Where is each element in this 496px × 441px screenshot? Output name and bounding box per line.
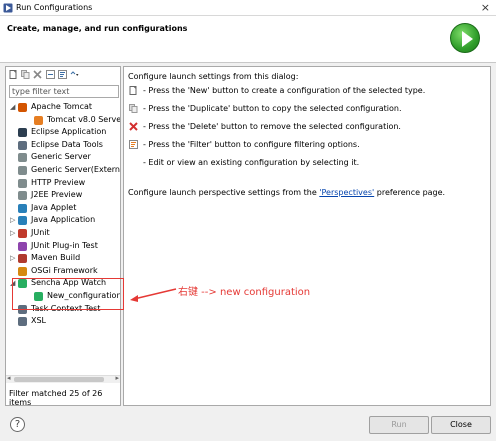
- tree-item-label: JUnit: [31, 228, 50, 237]
- tree-item[interactable]: Eclipse Application: [6, 126, 120, 138]
- perspectives-pre-text: Configure launch perspective settings fr…: [128, 188, 320, 197]
- window-titlebar: Run Configurations ×: [0, 0, 496, 16]
- launch-type-icon: [34, 115, 43, 125]
- tree-item-label: J2EE Preview: [31, 190, 83, 200]
- perspectives-line: Configure launch perspective settings fr…: [128, 188, 445, 197]
- tree-item-label: JUnit Plug-in Test: [31, 240, 98, 250]
- launch-type-icon: [18, 254, 27, 264]
- configuration-tree: ◢ Apache Tomcat Tomcat v8.0 Serve Eclipse A…: [6, 101, 120, 373]
- delete-icon: [129, 122, 138, 131]
- configuration-help-panel: Configure launch settings from this dial…: [123, 66, 491, 406]
- tree-item-label: Eclipse Data Tools: [31, 139, 103, 149]
- tree-item[interactable]: HTTP Preview: [6, 177, 120, 189]
- launch-type-icon: [18, 166, 27, 175]
- run-play-icon: [450, 23, 480, 53]
- scroll-thumb[interactable]: [14, 377, 104, 382]
- tree-item-label: Maven Build: [31, 253, 81, 263]
- tree-item[interactable]: ◢ Apache Tomcat: [6, 101, 120, 113]
- perspectives-link[interactable]: 'Perspectives': [319, 188, 374, 197]
- tree-item-label: Java Applet: [31, 202, 77, 212]
- dialog-header-title: Create, manage, and run configurations: [7, 24, 188, 33]
- launch-type-icon: [18, 153, 27, 163]
- tree-item-label: Generic Server: [31, 152, 91, 162]
- tree-item[interactable]: ▷ Maven Build: [6, 252, 120, 264]
- help-duplicate: - Press the 'Duplicate' button to copy t…: [143, 104, 402, 113]
- tree-item[interactable]: Generic Server(Extern: [6, 164, 120, 176]
- launch-type-icon: [18, 191, 27, 201]
- close-button[interactable]: Close: [431, 416, 491, 434]
- tree-item[interactable]: Java Applet: [6, 202, 120, 214]
- window-close-button[interactable]: ×: [481, 1, 490, 14]
- tree-item[interactable]: J2EE Preview: [6, 189, 120, 201]
- help-intro: Configure launch settings from this dial…: [128, 72, 299, 81]
- help-button[interactable]: ?: [10, 417, 25, 432]
- perspectives-post-text: preference page.: [374, 188, 446, 197]
- help-edit: - Edit or view an existing configuration…: [143, 158, 360, 167]
- tree-item[interactable]: OSGi Framework: [6, 265, 120, 277]
- help-filter: - Press the 'Filter' button to configure…: [143, 140, 360, 149]
- tree-item[interactable]: Tomcat v8.0 Serve: [6, 114, 120, 126]
- duplicate-icon[interactable]: [21, 70, 30, 79]
- help-new: - Press the 'New' button to create a con…: [143, 86, 426, 95]
- tree-item-label: Generic Server(Extern: [31, 165, 120, 174]
- duplicate-icon: [129, 104, 138, 113]
- dialog-footer: ? Run Close: [0, 410, 496, 441]
- annotation-highlight-box: [12, 278, 124, 310]
- tree-expand-toggle[interactable]: ▷: [10, 227, 16, 239]
- launch-type-icon: [18, 140, 27, 150]
- tree-item[interactable]: Generic Server: [6, 151, 120, 163]
- window-title: Run Configurations: [16, 3, 93, 12]
- tree-item[interactable]: Eclipse Data Tools: [6, 139, 120, 151]
- filter-icon[interactable]: [58, 70, 67, 79]
- collapse-all-icon[interactable]: [46, 70, 55, 79]
- launch-type-icon: [18, 317, 27, 327]
- launch-type-icon: [18, 178, 27, 188]
- run-button[interactable]: Run: [369, 416, 429, 434]
- tree-item[interactable]: ▷ JUnit: [6, 227, 120, 239]
- tree-toolbar: [6, 67, 120, 83]
- tree-item-label: XSL: [31, 316, 47, 326]
- tree-item-label: OSGi Framework: [31, 265, 98, 275]
- launch-type-icon: [18, 103, 27, 112]
- view-menu-icon[interactable]: [70, 70, 79, 79]
- tree-item[interactable]: JUnit Plug-in Test: [6, 240, 120, 252]
- scroll-left-icon[interactable]: ◂: [7, 374, 11, 382]
- tree-item-label: Apache Tomcat: [31, 102, 93, 111]
- configuration-tree-panel: type filter text ◢ Apache Tomcat Tomcat v8…: [5, 66, 121, 407]
- launch-type-icon: [18, 266, 27, 276]
- dialog-header: Create, manage, and run configurations: [0, 16, 496, 63]
- help-delete: - Press the 'Delete' button to remove th…: [143, 122, 401, 131]
- tree-expand-toggle[interactable]: ▷: [10, 214, 16, 226]
- launch-type-icon: [18, 216, 27, 226]
- tree-item-label: Eclipse Application: [31, 127, 107, 137]
- filter-status: Filter matched 25 of 26 items: [9, 389, 103, 407]
- scroll-right-icon[interactable]: ▸: [115, 374, 119, 382]
- tree-item[interactable]: XSL: [6, 315, 120, 327]
- filter-input[interactable]: type filter text: [9, 85, 119, 98]
- new-config-icon: [129, 86, 137, 95]
- tree-item-label: Tomcat v8.0 Serve: [47, 114, 120, 124]
- tree-item-label: Java Application: [31, 215, 96, 225]
- filter-icon: [129, 140, 138, 149]
- tree-expand-toggle[interactable]: ▷: [10, 252, 16, 264]
- run-configurations-app-icon: [3, 3, 13, 13]
- launch-type-icon: [18, 229, 27, 238]
- tree-item[interactable]: ▷ Java Application: [6, 214, 120, 226]
- launch-type-icon: [18, 241, 27, 251]
- launch-type-icon: [18, 128, 27, 138]
- tree-expand-toggle[interactable]: ◢: [10, 101, 16, 113]
- annotation-arrow-icon: [130, 288, 177, 302]
- new-config-icon[interactable]: [9, 70, 18, 79]
- annotation-text: 右键 --> new configuration: [178, 287, 311, 298]
- tree-horizontal-scrollbar[interactable]: ◂ ▸: [6, 374, 120, 383]
- launch-type-icon: [18, 203, 27, 213]
- delete-icon[interactable]: [33, 70, 42, 79]
- tree-item-label: HTTP Preview: [31, 177, 86, 187]
